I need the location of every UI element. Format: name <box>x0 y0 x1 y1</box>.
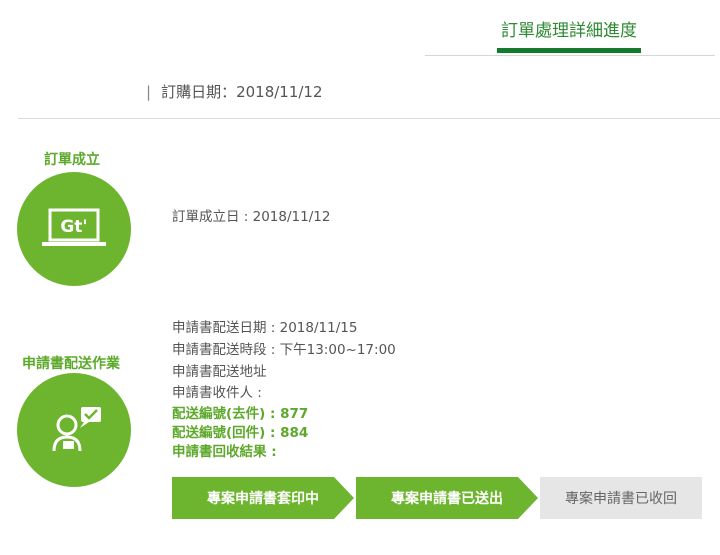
delivery-address: 申請書配送地址 <box>172 364 267 380</box>
delivery-recipient: 申請書收件人 : <box>172 385 262 401</box>
order-date-row: | 訂購日期：2018/11/12 <box>146 81 323 102</box>
step-order-title: 訂單成立 <box>44 152 100 168</box>
progress-step-sent[interactable]: 專案申請書已送出 <box>356 477 538 519</box>
collection-result: 申請書回收結果 : <box>172 444 277 460</box>
step-delivery-circle <box>17 373 131 487</box>
separator: | <box>146 83 152 101</box>
delivery-number-return: 配送編號(回件) : 884 <box>172 425 309 441</box>
svg-text:Gt': Gt' <box>60 217 87 237</box>
progress-step-printing[interactable]: 專案申請書套印中 <box>172 477 354 519</box>
delivery-date: 申請書配送日期 : 2018/11/15 <box>172 320 358 336</box>
person-message-icon <box>52 407 101 452</box>
progress-step-collected[interactable]: 專案申請書已收回 <box>540 477 702 519</box>
delivery-number-outbound: 配送編號(去件) : 877 <box>172 406 309 422</box>
tab-order-progress[interactable]: 訂單處理詳細進度 <box>497 16 641 41</box>
step-delivery-title: 申請書配送作業 <box>22 356 120 372</box>
active-tab-indicator <box>497 48 641 53</box>
gt-laptop-icon: Gt' <box>42 208 106 246</box>
step-order-circle: Gt' <box>17 172 131 286</box>
delivery-time-slot: 申請書配送時段 : 下午13:00~17:00 <box>172 342 396 358</box>
divider <box>18 118 720 119</box>
order-established-date: 訂單成立日 : 2018/11/12 <box>172 209 331 225</box>
order-date-text: 訂購日期：2018/11/12 <box>161 83 323 101</box>
tab-bar: 訂單處理詳細進度 <box>425 0 715 56</box>
